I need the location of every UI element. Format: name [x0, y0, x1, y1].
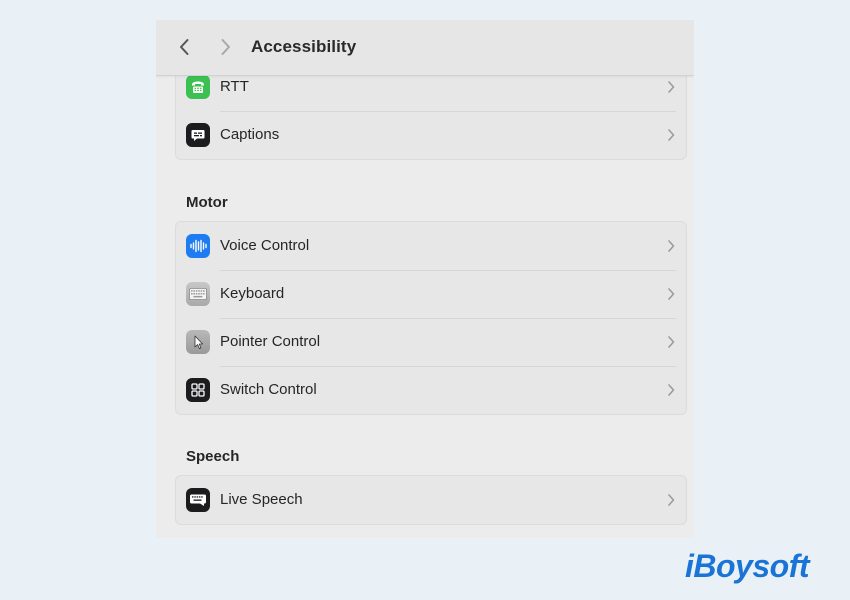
- forward-button[interactable]: [214, 34, 238, 60]
- speech-group: Live Speech: [175, 475, 687, 525]
- list-item-captions[interactable]: Captions: [176, 111, 686, 159]
- chevron-right-icon: [668, 384, 675, 396]
- iboysoft-watermark-logo: iBoysoft: [685, 548, 810, 585]
- list-item-voice-control[interactable]: Voice Control: [176, 222, 686, 270]
- pointer-arrow-icon: [186, 330, 210, 354]
- chevron-right-icon: [668, 494, 675, 506]
- page-title: Accessibility: [251, 37, 357, 56]
- list-item-label: Captions: [220, 126, 280, 143]
- list-item-live-speech[interactable]: Live Speech: [176, 476, 686, 524]
- list-item-label: Keyboard: [220, 285, 285, 302]
- motor-group: Voice Control Keyboard Pointer Control S…: [175, 221, 687, 415]
- list-item-keyboard[interactable]: Keyboard: [176, 270, 686, 318]
- settings-window: Accessibility RTT Captions Motor Voice C…: [156, 20, 694, 538]
- chevron-left-icon: [180, 39, 189, 55]
- chevron-right-icon: [668, 129, 675, 141]
- switch-grid-icon: [186, 378, 210, 402]
- chevron-right-icon: [668, 336, 675, 348]
- watermark-text: iBoysoft: [685, 548, 810, 584]
- hearing-group: RTT Captions: [175, 76, 687, 160]
- section-header-speech: Speech: [186, 448, 240, 465]
- list-item-rtt[interactable]: RTT: [176, 76, 686, 111]
- chevron-right-icon: [668, 240, 675, 252]
- back-button[interactable]: [172, 34, 196, 60]
- chevron-right-icon: [668, 288, 675, 300]
- tty-phone-icon: [186, 76, 210, 99]
- section-header-motor: Motor: [186, 194, 228, 211]
- toolbar: Accessibility: [156, 20, 694, 76]
- live-speech-keyboard-icon: [186, 488, 210, 512]
- captions-bubble-icon: [186, 123, 210, 147]
- settings-content[interactable]: RTT Captions Motor Voice Control Keyboar…: [156, 76, 694, 538]
- list-item-label: Live Speech: [220, 491, 303, 508]
- list-item-pointer-control[interactable]: Pointer Control: [176, 318, 686, 366]
- chevron-right-icon: [221, 39, 230, 55]
- voice-waveform-icon: [186, 234, 210, 258]
- list-item-label: Switch Control: [220, 381, 317, 398]
- list-item-label: RTT: [220, 78, 249, 95]
- list-item-label: Voice Control: [220, 237, 310, 254]
- chevron-right-icon: [668, 81, 675, 93]
- keyboard-icon: [186, 282, 210, 306]
- list-item-switch-control[interactable]: Switch Control: [176, 366, 686, 414]
- list-item-label: Pointer Control: [220, 333, 321, 350]
